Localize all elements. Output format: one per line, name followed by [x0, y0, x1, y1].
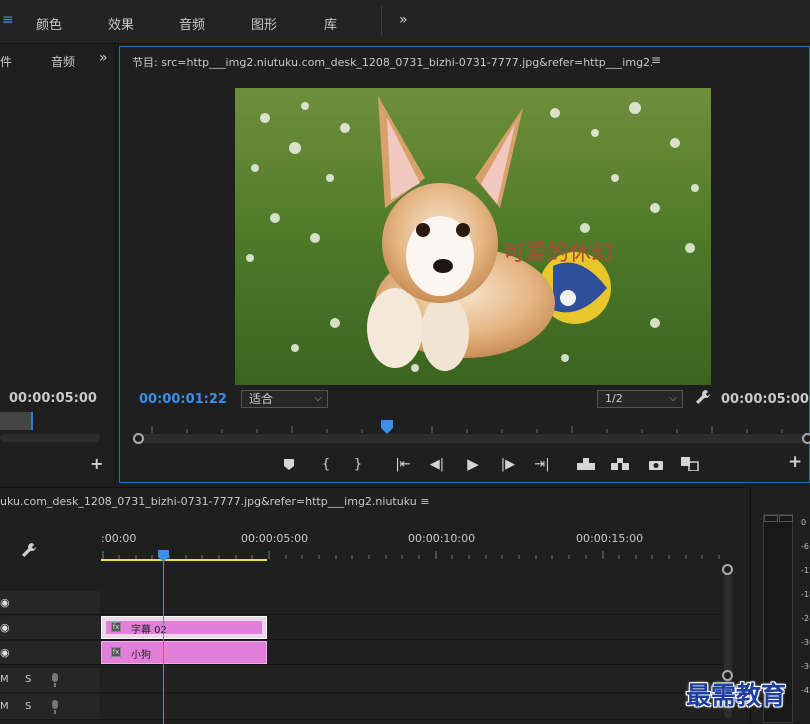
zoom-fit-select[interactable]: 适合 ⌵ — [241, 390, 328, 408]
tab-graphics[interactable]: 图形 — [251, 14, 277, 33]
playback-resolution-select[interactable]: 1/2 ⌵ — [597, 390, 683, 408]
puppy-image — [235, 88, 711, 385]
go-to-out-icon[interactable]: ⇥| — [533, 455, 551, 473]
program-zoom-scrollbar[interactable] — [134, 434, 806, 443]
toggle-track-output-eye-icon[interactable]: ◉ — [0, 596, 10, 609]
go-to-in-icon[interactable]: |⇤ — [394, 455, 412, 473]
mute-track-button[interactable]: M — [0, 674, 9, 685]
mute-track-button[interactable]: M — [0, 701, 9, 712]
sequence-tab-title[interactable]: uku.com_desk_1208_0731_bizhi-0731-7777.j… — [0, 495, 429, 508]
toggle-track-output-eye-icon[interactable]: ◉ — [0, 646, 10, 659]
ruler-label: 00:00:10:00 — [408, 532, 476, 545]
clip-name: 字幕 02 — [131, 625, 167, 636]
meter-label: -12 — [801, 566, 810, 575]
track-area-a2[interactable] — [101, 695, 721, 720]
playhead-timecode[interactable]: 00:00:01:22 — [139, 392, 227, 407]
zoom-fit-value: 适合 — [249, 392, 274, 406]
fx-badge-icon: fx — [111, 647, 121, 657]
scroll-handle-left[interactable] — [133, 433, 144, 444]
solo-track-button[interactable]: S — [25, 674, 31, 685]
timeline-playhead-line — [163, 559, 164, 724]
mark-out-icon[interactable]: } — [349, 455, 367, 473]
more-tabs-icon[interactable]: » — [399, 12, 408, 28]
tab-effects[interactable]: 效果 — [108, 14, 134, 33]
meter-label: -18 — [801, 590, 810, 599]
scroll-handle-top[interactable] — [722, 564, 733, 575]
panel-menu-icon[interactable]: ≡ — [651, 53, 661, 67]
tab-libraries[interactable]: 库 — [324, 14, 337, 33]
comparison-view-icon[interactable] — [681, 455, 699, 473]
timeline-panel: uku.com_desk_1208_0731_bizhi-0731-7777.j… — [0, 487, 745, 724]
solo-track-button[interactable]: S — [25, 701, 31, 712]
scroll-handle-right[interactable] — [802, 433, 810, 444]
mic-icon[interactable] — [51, 699, 59, 718]
tab-color[interactable]: 颜色 — [36, 14, 62, 33]
track-area-v3[interactable] — [101, 591, 721, 615]
add-button-icon[interactable]: + — [788, 452, 802, 472]
meter-label: 0 — [801, 518, 807, 527]
clip-body — [106, 621, 262, 634]
tab-audio-clip[interactable]: 音频 — [51, 53, 75, 70]
extract-icon[interactable] — [611, 455, 629, 473]
more-panels-icon[interactable]: » — [99, 50, 108, 66]
source-scrub-bar[interactable] — [0, 412, 32, 430]
add-marker-icon[interactable] — [280, 455, 298, 473]
chevron-down-icon: ⌵ — [314, 393, 322, 404]
source-duration-timecode: 00:00:05:00 — [9, 391, 97, 406]
clip-name: 小狗 — [131, 650, 151, 661]
meter-label: -24 — [801, 614, 810, 623]
video-preview[interactable]: 可爱的休幻 — [235, 88, 711, 385]
settings-wrench-icon[interactable] — [695, 389, 711, 409]
resolution-value: 1/2 — [605, 392, 623, 405]
play-icon[interactable]: ▶ — [464, 455, 482, 473]
toggle-track-output-eye-icon[interactable]: ◉ — [0, 621, 10, 634]
lift-icon[interactable] — [577, 455, 595, 473]
track-area-a1[interactable] — [101, 668, 721, 693]
ruler-label: :00:00 — [101, 532, 137, 545]
chevron-down-icon: ⌵ — [669, 393, 677, 404]
source-playhead[interactable] — [31, 412, 33, 430]
source-panel: 件 音频 » 00:00:05:00 + — [0, 46, 116, 483]
track-header-v2: ◉ — [0, 616, 100, 640]
track-header-v3: ◉ — [0, 591, 100, 615]
mic-icon[interactable] — [51, 672, 59, 691]
mark-in-icon[interactable]: { — [317, 455, 335, 473]
track-header-a1: M S — [0, 668, 100, 693]
tab-project-partial[interactable]: 件 — [0, 53, 12, 70]
add-button-icon[interactable]: + — [90, 454, 103, 473]
program-monitor: 节目: src=http___img2.niutuku.com_desk_120… — [119, 46, 810, 483]
sequence-duration-timecode: 00:00:05:00 — [721, 392, 809, 407]
track-header-v1: ◉ — [0, 641, 100, 665]
title-overlay-text: 可爱的休幻 — [503, 241, 614, 266]
title-clip[interactable]: fx 字幕 02 — [101, 616, 267, 639]
tab-divider — [381, 6, 382, 36]
video-clip[interactable]: fx 小狗 — [101, 641, 267, 664]
step-back-icon[interactable]: ◀| — [428, 455, 446, 473]
ruler-label: 00:00:15:00 — [576, 532, 644, 545]
panel-tab-bar: ≡ 颜色 效果 音频 图形 库 » — [0, 0, 810, 44]
step-forward-icon[interactable]: |▶ — [499, 455, 517, 473]
program-monitor-title: 节目: src=http___img2.niutuku.com_desk_120… — [132, 56, 652, 69]
work-area-bar[interactable] — [101, 559, 267, 561]
meter-label: -36 — [801, 662, 810, 671]
meter-label: -42 — [801, 686, 810, 695]
meter-label: -6 — [801, 542, 809, 551]
meter-label: -30 — [801, 638, 810, 647]
watermark-logo: 最需教育 — [686, 681, 787, 710]
fx-badge-icon: fx — [111, 622, 121, 632]
export-frame-camera-icon[interactable] — [647, 455, 665, 473]
ruler-label: 00:00:05:00 — [241, 532, 309, 545]
clip-indicator[interactable] — [779, 515, 793, 522]
program-time-ruler[interactable] — [132, 420, 808, 434]
hamburger-menu-icon[interactable]: ≡ — [2, 12, 14, 28]
source-zoom-scrollbar[interactable] — [0, 434, 100, 442]
timeline-settings-wrench-icon[interactable] — [21, 542, 37, 562]
clip-indicator[interactable] — [764, 515, 778, 522]
tab-audio[interactable]: 音频 — [179, 14, 205, 33]
track-header-a2: M S — [0, 695, 100, 720]
